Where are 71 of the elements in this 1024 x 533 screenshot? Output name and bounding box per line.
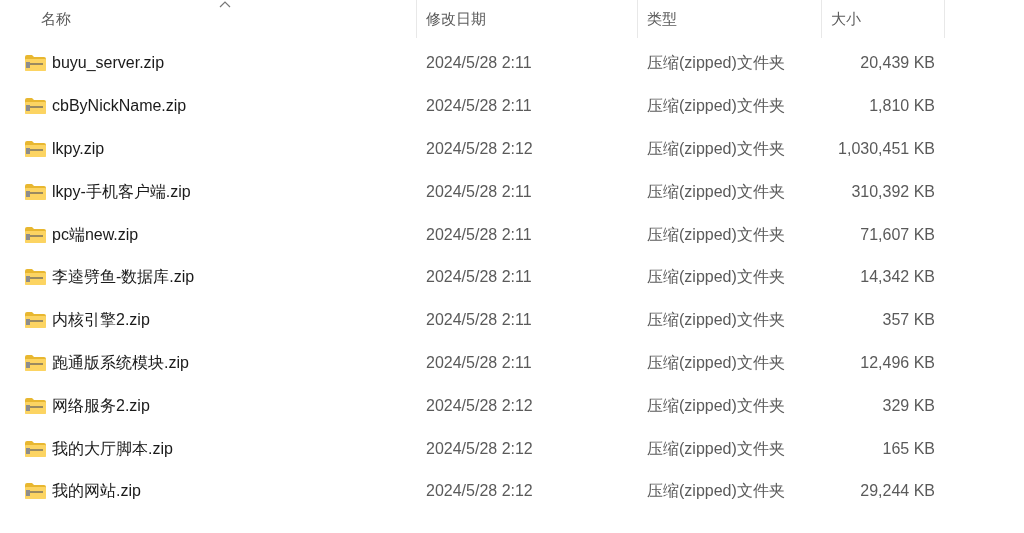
file-size: 165 KB xyxy=(882,438,935,459)
modified-date: 2024/5/28 2:12 xyxy=(426,439,533,457)
modified-date: 2024/5/28 2:12 xyxy=(426,482,533,500)
file-name: buyu_server.zip xyxy=(52,53,165,74)
file-name: 我的大厅脚本.zip xyxy=(52,438,173,459)
file-size: 29,244 KB xyxy=(860,481,935,502)
file-type: 压缩(zipped)文件夹 xyxy=(647,97,785,115)
file-row[interactable]: lkpy.zip 2024/5/28 2:12 压缩(zipped)文件夹 1,030,451 KB xyxy=(0,127,1024,171)
modified-date: 2024/5/28 2:11 xyxy=(426,182,532,200)
file-type: 压缩(zipped)文件夹 xyxy=(647,396,785,414)
file-size: 310,392 KB xyxy=(851,181,935,202)
zip-folder-icon xyxy=(25,226,46,243)
file-size: 1,810 KB xyxy=(869,96,935,117)
file-size: 14,342 KB xyxy=(860,267,935,288)
sort-ascending-icon xyxy=(219,1,231,8)
file-row[interactable]: 我的大厅脚本.zip 2024/5/28 2:12 压缩(zipped)文件夹 165 KB xyxy=(0,427,1024,470)
column-header[interactable]: 名称 xyxy=(0,0,417,38)
file-row[interactable]: buyu_server.zip 2024/5/28 2:11 压缩(zipped)文件夹 20,439 KB xyxy=(0,42,1024,85)
zip-folder-icon xyxy=(25,483,46,500)
file-name: pc端new.zip xyxy=(52,224,139,245)
file-name: lkpy.zip xyxy=(52,139,105,159)
column-header[interactable]: 类型 xyxy=(638,0,822,38)
file-row[interactable]: pc端new.zip 2024/5/28 2:11 压缩(zipped)文件夹 71,607 KB xyxy=(0,213,1024,256)
file-name: 李逵劈鱼-数据库.zip xyxy=(52,267,195,288)
file-row[interactable]: 内核引擎2.zip 2024/5/28 2:11 压缩(zipped)文件夹 357 KB xyxy=(0,298,1024,342)
file-size: 357 KB xyxy=(882,310,935,331)
file-size: 20,439 KB xyxy=(860,53,935,74)
file-type: 压缩(zipped)文件夹 xyxy=(647,482,785,500)
file-type: 压缩(zipped)文件夹 xyxy=(647,140,785,157)
file-type: 压缩(zipped)文件夹 xyxy=(647,225,785,243)
file-name: 跑通版系统模块.zip xyxy=(52,352,189,373)
modified-date: 2024/5/28 2:11 xyxy=(426,311,532,329)
column-header[interactable]: 修改日期 xyxy=(417,0,638,38)
file-row[interactable]: 跑通版系统模块.zip 2024/5/28 2:11 压缩(zipped)文件夹 12,496 KB xyxy=(0,341,1024,385)
file-name: 网络服务2.zip xyxy=(52,395,150,416)
file-size: 1,030,451 KB xyxy=(838,139,935,159)
modified-date: 2024/5/28 2:11 xyxy=(426,54,532,72)
zip-folder-icon xyxy=(25,55,46,72)
file-name: lkpy-手机客户端.zip xyxy=(52,181,191,202)
file-name: 内核引擎2.zip xyxy=(52,310,150,331)
modified-date: 2024/5/28 2:11 xyxy=(426,97,532,115)
zip-folder-icon xyxy=(25,183,46,200)
file-type: 压缩(zipped)文件夹 xyxy=(647,311,785,329)
zip-folder-icon xyxy=(25,141,46,157)
file-name: cbByNickName.zip xyxy=(52,96,187,117)
file-size: 12,496 KB xyxy=(860,352,935,373)
file-type: 压缩(zipped)文件夹 xyxy=(647,353,785,371)
file-type: 压缩(zipped)文件夹 xyxy=(647,182,785,200)
file-row[interactable]: cbByNickName.zip 2024/5/28 2:11 压缩(zipped)文件夹 1,810 KB xyxy=(0,84,1024,128)
modified-date: 2024/5/28 2:12 xyxy=(426,396,533,414)
modified-date: 2024/5/28 2:11 xyxy=(426,353,532,371)
modified-date: 2024/5/28 2:11 xyxy=(426,225,532,243)
file-row[interactable]: lkpy-手机客户端.zip 2024/5/28 2:11 压缩(zipped)文件夹 310,392 KB xyxy=(0,170,1024,214)
file-row[interactable]: 网络服务2.zip 2024/5/28 2:12 压缩(zipped)文件夹 329 KB xyxy=(0,384,1024,428)
file-row[interactable]: 我的网站.zip 2024/5/28 2:12 压缩(zipped)文件夹 29,244 KB xyxy=(0,469,1024,513)
zip-folder-icon xyxy=(25,269,46,286)
file-size: 329 KB xyxy=(882,395,935,416)
zip-folder-icon xyxy=(25,397,46,414)
zip-folder-icon xyxy=(25,312,46,329)
modified-date: 2024/5/28 2:12 xyxy=(426,140,533,157)
column-header[interactable]: 大小 xyxy=(822,0,945,38)
file-name: 我的网站.zip xyxy=(52,481,141,502)
file-type: 压缩(zipped)文件夹 xyxy=(647,268,785,286)
file-row[interactable]: 李逵劈鱼-数据库.zip 2024/5/28 2:11 压缩(zipped)文件夹 14,342 KB xyxy=(0,256,1024,299)
file-size: 71,607 KB xyxy=(860,224,935,245)
zip-folder-icon xyxy=(25,98,46,115)
zip-folder-icon xyxy=(25,440,46,457)
modified-date: 2024/5/28 2:11 xyxy=(426,268,532,286)
zip-folder-icon xyxy=(25,354,46,371)
file-type: 压缩(zipped)文件夹 xyxy=(647,439,785,457)
file-type: 压缩(zipped)文件夹 xyxy=(647,54,785,72)
